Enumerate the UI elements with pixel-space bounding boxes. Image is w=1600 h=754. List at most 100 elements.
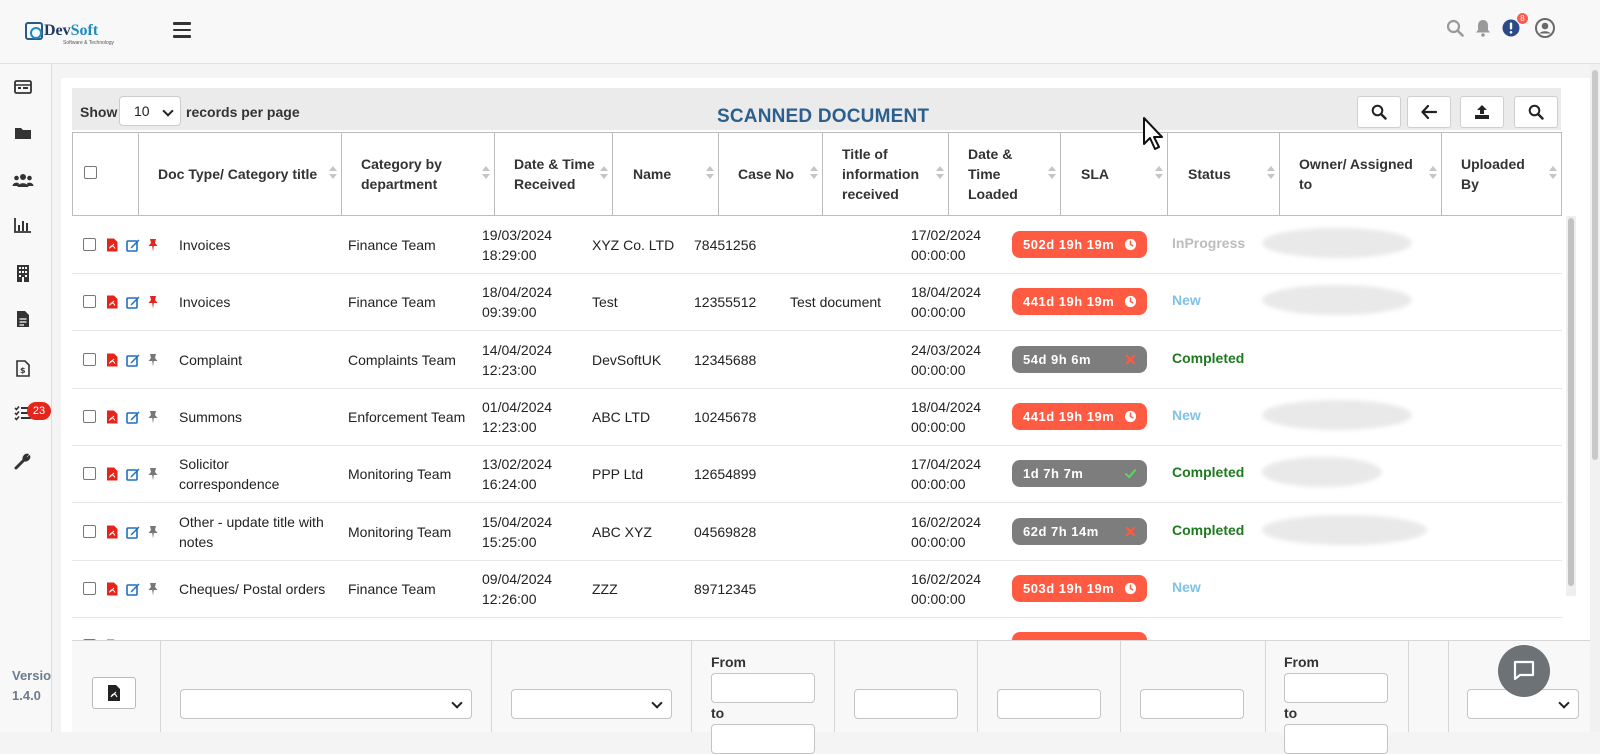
chat-button[interactable] [1498,645,1550,697]
pdf-icon[interactable] [105,238,119,252]
department-filter-select[interactable] [511,689,672,719]
row-checkbox[interactable] [83,295,96,309]
pin-icon[interactable] [146,353,160,367]
pin-icon[interactable] [146,295,160,309]
building-icon[interactable] [12,262,34,284]
pdf-icon[interactable] [105,410,119,424]
mouse-cursor-icon [1143,117,1163,150]
row-checkbox[interactable] [83,238,96,251]
page-title: SCANNED DOCUMENT [717,106,930,127]
doc-type-cell [179,617,329,640]
edit-icon[interactable] [126,353,140,367]
table-row[interactable]: Cheques/ Postal orders Finance Team 09/0… [72,560,1562,618]
search-button[interactable] [1357,96,1401,128]
pdf-icon[interactable] [105,525,119,539]
pin-icon[interactable] [146,467,160,481]
received-to-label: to [711,705,725,721]
sla-badge: 54d 9h 6m [1012,345,1147,373]
loaded-cell: 17/04/2024 00:00:00 [911,456,982,493]
department-cell: Monitoring Team [348,523,452,540]
pin-icon[interactable] [146,238,160,252]
search-icon[interactable] [1445,18,1465,38]
received-cell: 18/04/2024 09:39:00 [482,284,553,321]
row-checkbox[interactable] [83,467,96,481]
upload-button[interactable] [1460,96,1504,128]
edit-icon[interactable] [126,467,140,481]
pdf-icon[interactable] [105,467,119,481]
doc-type-cell: Invoices [179,294,231,311]
page-scrollbar-thumb[interactable] [1592,70,1598,460]
dashboard-icon[interactable] [12,76,34,98]
table-row[interactable]: Invoices Finance Team 19/03/2024 18:29:00… [72,216,1562,274]
sla-badge: 441d 19h 19m [1012,402,1147,430]
loaded-to-label: to [1284,705,1298,721]
wrench-icon[interactable] [12,450,34,472]
edit-icon[interactable] [126,525,140,539]
alert-icon[interactable]: 8 [1501,12,1529,38]
edit-icon[interactable] [126,410,140,424]
doc-type-cell: Cheques/ Postal orders [179,580,326,597]
pdf-icon[interactable] [105,295,119,309]
col-case-no[interactable]: Case No [719,133,823,215]
pin-icon[interactable] [146,525,160,539]
logo-mark-icon [25,22,43,40]
col-department[interactable]: Category by department [342,133,495,215]
col-name[interactable]: Name [613,133,719,215]
export-pdf-button[interactable] [92,677,136,709]
name-filter-input[interactable] [854,689,958,719]
edit-icon[interactable] [126,582,140,596]
check-icon [1124,467,1137,480]
devsoft-logo[interactable]: DevSoft Software & Technology [25,22,114,46]
sla-badge: 441d 19h 19m [1012,288,1147,316]
folder-icon[interactable] [12,122,34,144]
col-title-info[interactable]: Title of information received [823,133,949,215]
row-checkbox[interactable] [83,581,96,595]
case-no-cell: 04569828 [694,523,757,540]
select-all-checkbox[interactable] [84,166,97,179]
col-received[interactable]: Date & Time Received [495,133,613,215]
case-no-filter-input[interactable] [997,689,1101,719]
edit-icon[interactable] [126,295,140,310]
back-arrow-button[interactable] [1407,96,1451,128]
col-doc-type[interactable]: Doc Type/ Category title [139,133,342,215]
table-row[interactable]: Invoices Finance Team 18/04/2024 09:39:00… [72,273,1562,332]
title-filter-input[interactable] [1140,689,1244,719]
sidebar [0,64,52,732]
table-row[interactable]: Summons Enforcement Team 01/04/2024 12:23… [72,388,1562,446]
menu-toggle-icon[interactable] [173,22,191,38]
col-status[interactable]: Status [1168,133,1280,215]
tasks-badge: 23 [27,402,51,420]
edit-icon[interactable] [126,238,140,252]
loaded-to-input[interactable] [1284,724,1388,754]
doc-type-filter-select[interactable] [180,689,472,719]
pin-icon[interactable] [146,410,160,424]
table-row[interactable]: Other - update title with notes Monitori… [72,503,1562,561]
table-scrollbar-thumb[interactable] [1568,218,1574,586]
row-checkbox[interactable] [83,409,96,423]
col-loaded[interactable]: Date & Time Loaded [949,133,1061,215]
advanced-search-button[interactable] [1514,96,1558,128]
status-text: InProgress [1172,235,1246,251]
col-uploaded-by[interactable]: Uploaded By [1442,133,1561,215]
row-checkbox[interactable] [83,524,96,538]
pdf-icon[interactable] [105,353,119,367]
row-checkbox[interactable] [83,352,96,366]
table-row[interactable]: Solicitor correspondence Monitoring Team… [72,445,1562,504]
document-icon[interactable] [12,308,34,330]
pdf-icon[interactable] [105,582,119,596]
pin-icon[interactable] [146,582,160,596]
invoice-icon[interactable]: $ [12,357,34,379]
table-row[interactable]: Complaint Complaints Team 14/04/2024 12:2… [72,331,1562,389]
received-cell: 09/04/2024 12:26:00 [482,570,553,607]
bell-icon[interactable] [1473,18,1493,38]
loaded-from-input[interactable] [1284,673,1388,703]
chart-icon[interactable] [12,214,34,236]
col-owner[interactable]: Owner/ Assigned to [1280,133,1442,215]
table-row[interactable]: 13/03/2024 08/02/2024 [72,617,1562,640]
users-icon[interactable] [12,169,34,191]
received-cell: 19/03/2024 18:29:00 [482,227,553,263]
records-per-page-select[interactable]: 10 [119,96,181,126]
received-to-input[interactable] [711,724,815,754]
user-avatar-icon[interactable] [1535,18,1555,38]
received-from-input[interactable] [711,673,815,703]
